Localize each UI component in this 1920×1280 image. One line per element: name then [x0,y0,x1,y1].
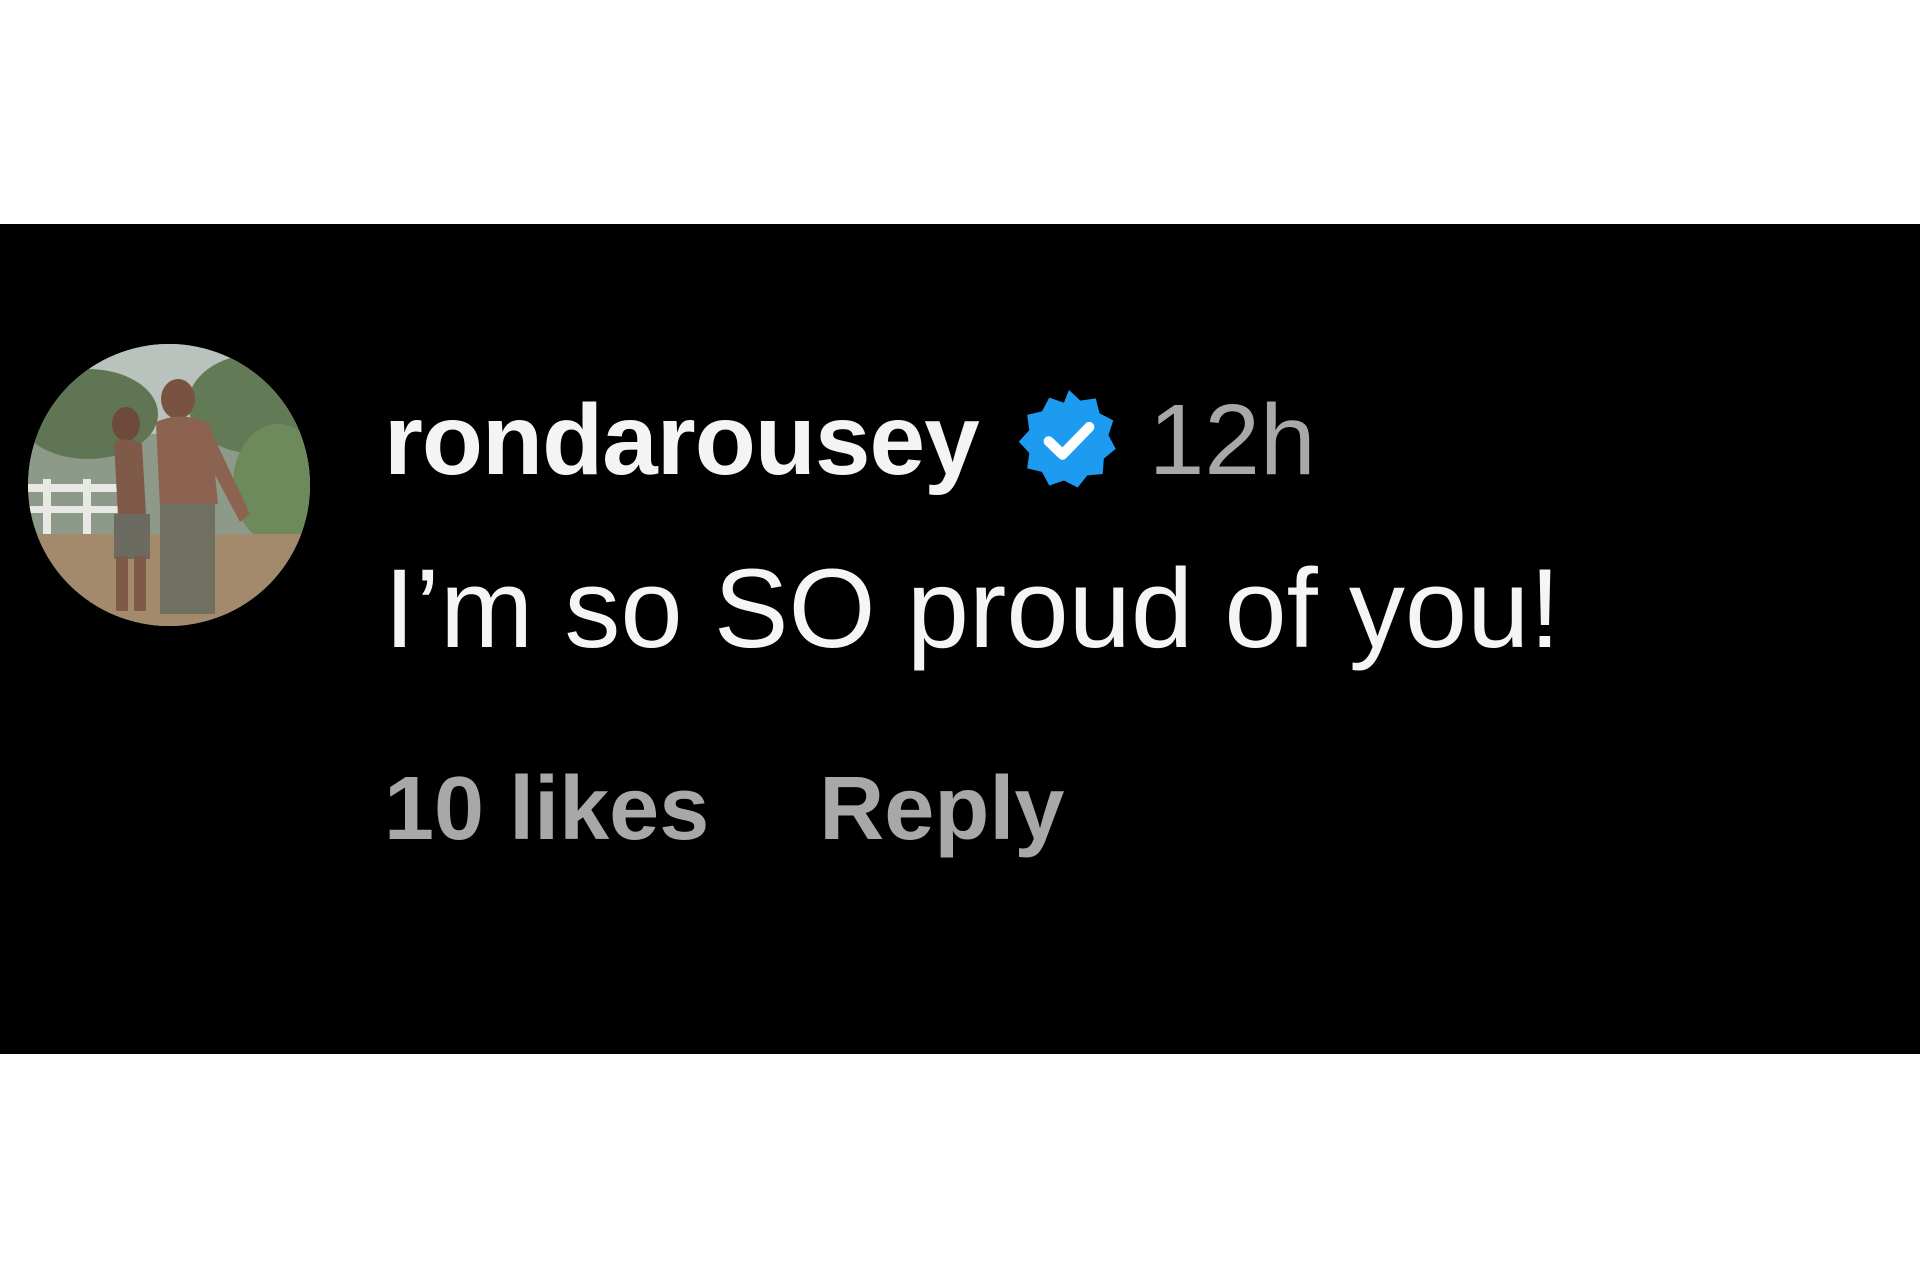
likes-count[interactable]: 10 likes [384,764,709,854]
comment-timestamp[interactable]: 12h [1149,390,1316,490]
reply-button[interactable]: Reply [819,764,1064,854]
avatar-photo [28,344,310,626]
page: rondarousey 12h I’m so SO proud of you! … [0,0,1920,1280]
verified-badge-icon [1015,386,1123,494]
comment-actions: 10 likes Reply [384,764,1064,854]
comment-header: rondarousey 12h [384,380,1316,500]
comment-text: I’m so SO proud of you! [384,546,1561,671]
username-link[interactable]: rondarousey [384,390,980,490]
comment-item: rondarousey 12h I’m so SO proud of you! … [0,224,1920,1054]
avatar[interactable] [28,344,310,626]
